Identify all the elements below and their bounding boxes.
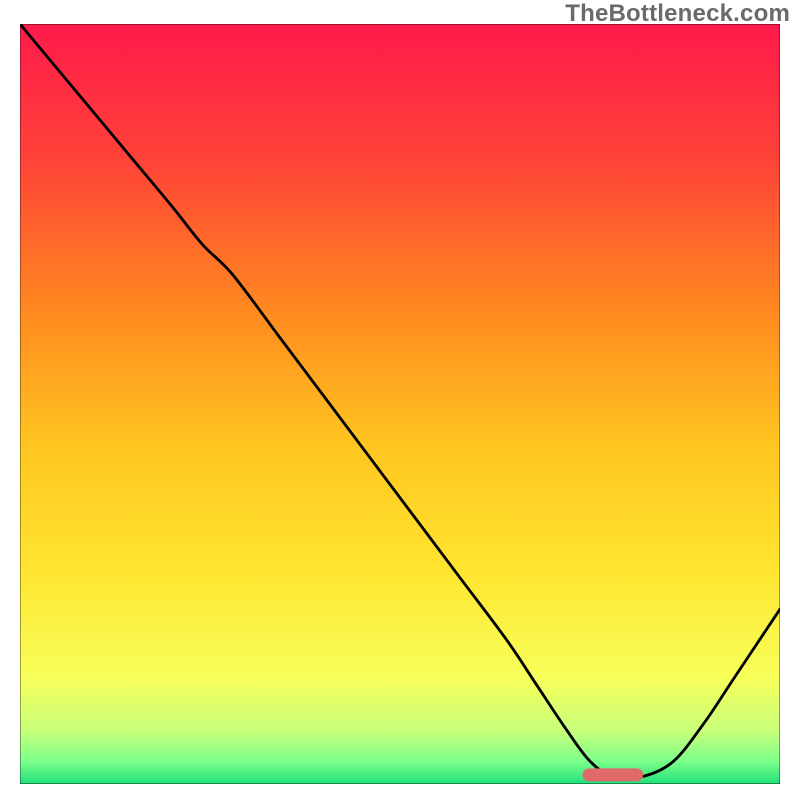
chart-container: TheBottleneck.com xyxy=(0,0,800,800)
gradient-background xyxy=(20,24,780,784)
optimal-range-marker xyxy=(582,768,643,781)
bottleneck-chart xyxy=(20,24,780,784)
